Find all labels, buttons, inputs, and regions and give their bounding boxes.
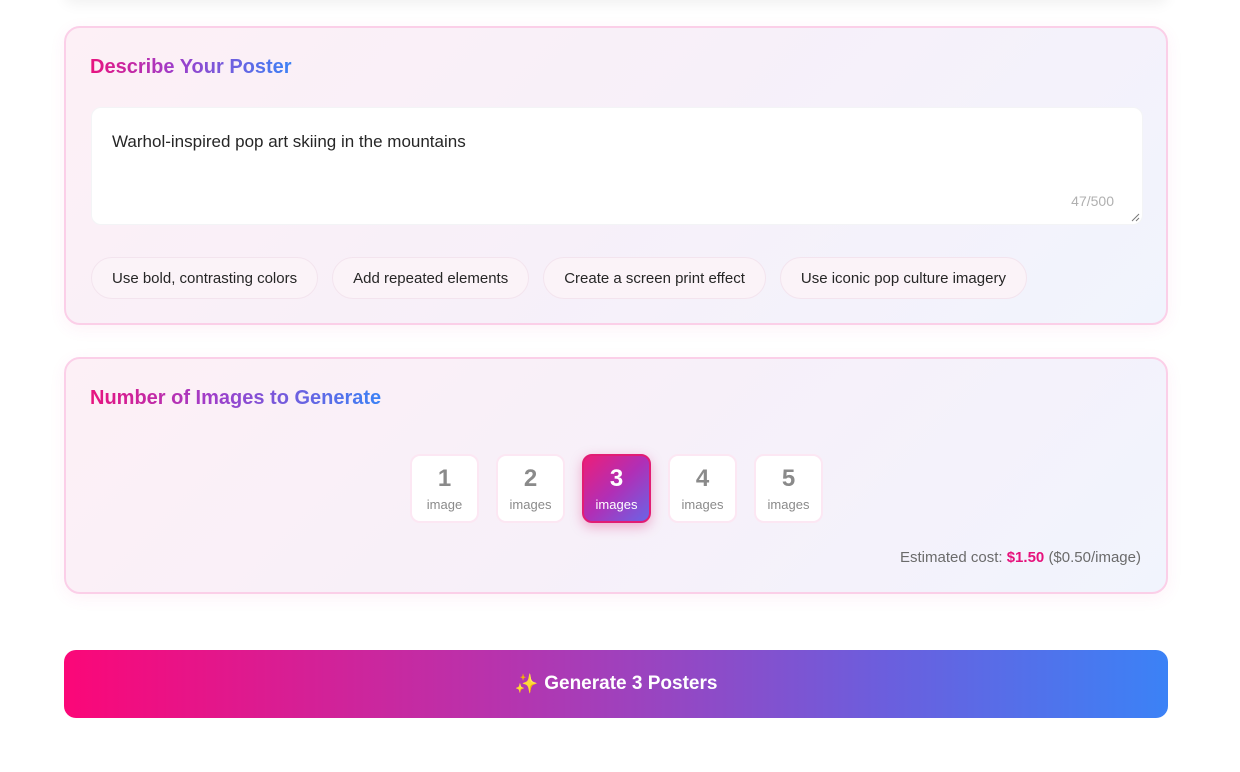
generate-posters-button[interactable]: ✨ Generate 3 Posters bbox=[64, 650, 1168, 718]
image-count-title: Number of Images to Generate bbox=[90, 387, 382, 409]
count-option-number: 2 bbox=[523, 465, 538, 492]
count-option-unit: images bbox=[681, 497, 724, 512]
count-option-number: 4 bbox=[695, 465, 710, 492]
suggestion-chip-pop-culture[interactable]: Use iconic pop culture imagery bbox=[779, 257, 1027, 299]
estimated-cost-amount: $1.50 bbox=[1006, 549, 1045, 566]
suggestion-chip-bold-colors[interactable]: Use bold, contrasting colors bbox=[91, 257, 319, 299]
count-option-1[interactable]: 1 image bbox=[410, 454, 479, 523]
character-counter: 47/500 bbox=[1071, 193, 1114, 209]
count-option-5[interactable]: 5 images bbox=[754, 454, 823, 523]
suggestion-chips: Use bold, contrasting colors Add repeate… bbox=[91, 257, 1027, 299]
poster-prompt-textarea[interactable]: Warhol-inspired pop art skiing in the mo… bbox=[91, 107, 1143, 225]
count-option-3[interactable]: 3 images bbox=[582, 454, 651, 523]
suggestion-chip-repeated-elements[interactable]: Add repeated elements bbox=[332, 257, 530, 299]
count-option-2[interactable]: 2 images bbox=[496, 454, 565, 523]
describe-poster-title: Describe Your Poster bbox=[90, 56, 292, 78]
cost-per-image: ($0.50/image) bbox=[1048, 549, 1141, 566]
count-option-number: 3 bbox=[609, 465, 624, 492]
count-option-unit: images bbox=[509, 497, 552, 512]
count-option-unit: images bbox=[595, 497, 638, 512]
image-count-options: 1 image 2 images 3 images 4 images 5 ima… bbox=[410, 454, 823, 523]
count-option-4[interactable]: 4 images bbox=[668, 454, 737, 523]
generate-posters-label: Generate 3 Posters bbox=[544, 673, 718, 694]
estimated-cost: Estimated cost: $1.50 ($0.50/image) bbox=[900, 549, 1141, 566]
count-option-number: 1 bbox=[437, 465, 452, 492]
resize-handle-icon[interactable] bbox=[1131, 213, 1140, 222]
describe-poster-card: Describe Your Poster Warhol-inspired pop… bbox=[64, 26, 1168, 325]
sparkles-icon: ✨ bbox=[514, 674, 539, 695]
estimated-cost-label: Estimated cost: bbox=[900, 549, 1007, 566]
count-option-number: 5 bbox=[781, 465, 796, 492]
suggestion-chip-screen-print[interactable]: Create a screen print effect bbox=[543, 257, 766, 299]
count-option-unit: image bbox=[426, 497, 463, 512]
count-option-unit: images bbox=[767, 497, 810, 512]
image-count-card: Number of Images to Generate 1 image 2 i… bbox=[64, 357, 1168, 594]
poster-prompt-value: Warhol-inspired pop art skiing in the mo… bbox=[112, 132, 466, 151]
